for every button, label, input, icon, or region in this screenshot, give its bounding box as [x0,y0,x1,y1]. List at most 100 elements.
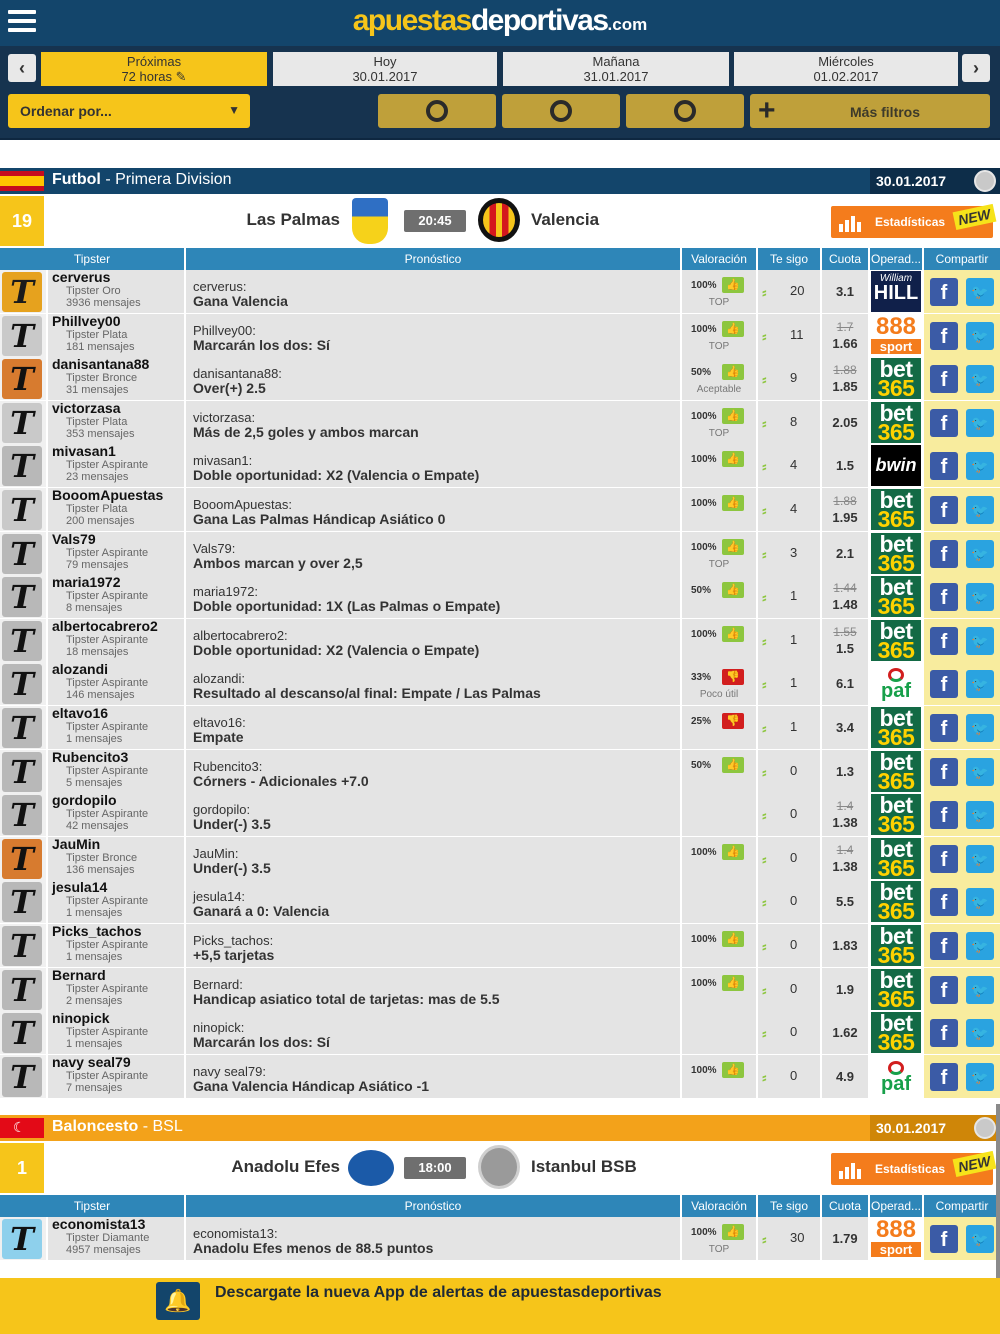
operator-logo-b365[interactable]: bet 365 [871,1012,921,1054]
footsteps-icon[interactable]: ⸗ [762,1026,780,1040]
follow-cell[interactable]: ⸗ 3 [758,531,820,575]
follow-cell[interactable]: ⸗ 0 [758,1011,820,1055]
follow-cell[interactable]: ⸗ 0 [758,967,820,1011]
tipster-avatar-icon[interactable]: T [2,620,42,661]
prediction-cell[interactable]: victorzasa: Más de 2,5 goles y ambos marc… [186,400,680,444]
tipster-cell[interactable]: navy seal79 Tipster Aspirante 7 mensajes [48,1054,184,1098]
tipster-avatar-icon[interactable]: T [2,795,42,836]
prediction-cell[interactable]: jesula14: Ganará a 0: Valencia [186,880,680,924]
app-download-banner[interactable]: 🔔 Descargate la nueva App de alertas de … [0,1278,1000,1334]
table-row[interactable]: Tjesula14 Tipster Aspirante 1 mensajes jesu… [0,880,1000,924]
tipster-cell[interactable]: Rubencito3 Tipster Aspirante 5 mensajes [48,749,184,793]
tipster-name[interactable]: eltavo16 [52,705,184,721]
operator-logo-s888[interactable]: 888 sport [871,1218,921,1260]
table-row[interactable]: T Rubencito3 Tipster Aspirante 5 mensajes Ru… [0,749,1000,794]
facebook-icon[interactable]: f [930,757,958,786]
facebook-icon[interactable]: f [930,1225,958,1254]
site-logo[interactable]: apuestasdeportivas.com [0,4,1000,38]
facebook-icon[interactable]: f [930,365,958,394]
follow-cell[interactable]: ⸗ 1 [758,705,820,749]
follow-cell[interactable]: ⸗ 1 [758,575,820,619]
operator-logo-wh[interactable]: William HILL [871,271,921,312]
twitter-icon[interactable]: 🐦 [966,626,994,655]
footsteps-icon[interactable]: ⸗ [762,590,780,604]
facebook-icon[interactable]: f [930,844,958,873]
follow-cell[interactable]: ⸗ 1 [758,618,820,662]
operator-cell[interactable]: bet 365 [870,400,922,444]
football-filter-button[interactable] [378,94,496,128]
table-row[interactable]: Tgordopilo Tipster Aspirante 42 mensajes go… [0,793,1000,837]
tipster-avatar-icon[interactable]: T [2,707,42,748]
tipster-cell[interactable]: victorzasa Tipster Plata 353 mensajes [48,400,184,444]
facebook-icon[interactable]: f [930,670,958,699]
tipster-avatar-icon[interactable]: T [2,1219,42,1260]
footsteps-icon[interactable]: ⸗ [762,459,780,473]
facebook-icon[interactable]: f [930,1062,958,1091]
follow-cell[interactable]: ⸗ 4 [758,444,820,488]
operator-cell[interactable]: bet 365 [870,618,922,662]
table-row[interactable]: Talbertocabrero2 Tipster Aspirante 18 mens… [0,618,1000,663]
twitter-icon[interactable]: 🐦 [966,539,994,568]
tipster-cell[interactable]: alozandi Tipster Aspirante 146 mensajes [48,662,184,706]
twitter-icon[interactable]: 🐦 [966,495,994,524]
tipster-avatar-icon[interactable]: T [2,1013,42,1054]
operator-cell[interactable]: bet 365 [870,749,922,793]
tipster-cell[interactable]: Vals79 Tipster Aspirante 79 mensajes [48,531,184,575]
tipster-name[interactable]: danisantana88 [52,357,184,372]
tipster-cell[interactable]: economista13 Tipster Diamante 4957 mensaje… [48,1217,184,1261]
facebook-icon[interactable]: f [930,539,958,568]
tipster-avatar-icon[interactable]: T [2,359,42,400]
operator-cell[interactable]: bwin [870,444,922,488]
operator-logo-b365[interactable]: bet 365 [871,750,921,792]
tipster-avatar-icon[interactable]: T [2,446,42,487]
table-row[interactable]: Teconomista13 Tipster Diamante 4957 mensaj… [0,1217,1000,1261]
twitter-icon[interactable]: 🐦 [966,452,994,481]
twitter-icon[interactable]: 🐦 [966,321,994,350]
table-row[interactable]: Tmivasan1 Tipster Aspirante 23 mensajes miv… [0,444,1000,488]
tipster-name[interactable]: BooomApuestas [52,487,184,503]
column-header-pronostico[interactable]: Pronóstico [186,248,680,270]
prediction-cell[interactable]: Picks_tachos: +5,5 tarjetas [186,923,680,967]
table-row[interactable]: Tcerverus Tipster Oro 3936 mensajes cerveru… [0,270,1000,314]
tipster-cell[interactable]: Phillvey00 Tipster Plata 181 mensajes [48,313,184,357]
tipster-avatar-icon[interactable]: T [2,664,42,705]
prediction-cell[interactable]: mivasan1: Doble oportunidad: X2 (Valencia… [186,444,680,488]
table-row[interactable]: Talozandi Tipster Aspirante 146 mensajes al… [0,662,1000,706]
statistics-button[interactable]: Estadísticas NEW [831,203,997,238]
operator-logo-b365[interactable]: bet 365 [871,706,921,748]
facebook-icon[interactable]: f [930,452,958,481]
tipster-avatar-icon[interactable]: T [2,272,42,312]
operator-logo-b365[interactable]: bet 365 [871,576,921,618]
tipster-avatar-icon[interactable]: T [2,315,42,356]
operator-logo-b365[interactable]: bet 365 [871,968,921,1010]
operator-logo-b365[interactable]: bet 365 [871,358,921,400]
tipster-name[interactable]: albertocabrero2 [52,618,184,634]
operator-logo-bwin[interactable]: bwin [871,445,921,487]
twitter-icon[interactable]: 🐦 [966,757,994,786]
date-tab-1[interactable]: Hoy 30.01.2017 [273,52,497,86]
tipster-name[interactable]: victorzasa [52,400,184,416]
column-header-valoracion[interactable]: Valoración [682,1195,756,1218]
twitter-icon[interactable]: 🐦 [966,583,994,612]
column-header-cuota[interactable]: Cuota [822,1195,868,1218]
facebook-icon[interactable]: f [930,408,958,437]
operator-cell[interactable]: bet 365 [870,880,922,924]
follow-cell[interactable]: ⸗ 1 [758,662,820,706]
tipster-name[interactable]: Picks_tachos [52,923,184,939]
footsteps-icon[interactable]: ⸗ [762,329,780,343]
tipster-name[interactable]: navy seal79 [52,1054,184,1070]
tipster-cell[interactable]: BooomApuestas Tipster Plata 200 mensajes [48,487,184,531]
table-row[interactable]: T BooomApuestas Tipster Plata 200 mensajes B… [0,487,1000,532]
tennis-filter-button[interactable] [502,94,620,128]
prediction-cell[interactable]: navy seal79: Gana Valencia Hándicap Asiát… [186,1054,680,1098]
operator-logo-b365[interactable]: bet 365 [871,619,921,661]
footsteps-icon[interactable]: ⸗ [762,677,780,691]
league-header[interactable]: ☾ Baloncesto - BSL 30.01.2017 [0,1115,1000,1142]
twitter-icon[interactable]: 🐦 [966,1062,994,1091]
twitter-icon[interactable]: 🐦 [966,278,994,306]
tipster-name[interactable]: Phillvey00 [52,313,184,329]
tipster-name[interactable]: economista13 [52,1217,184,1232]
operator-logo-b365[interactable]: bet 365 [871,401,921,443]
tipster-avatar-icon[interactable]: T [2,402,42,443]
operator-logo-b365[interactable]: bet 365 [871,881,921,923]
